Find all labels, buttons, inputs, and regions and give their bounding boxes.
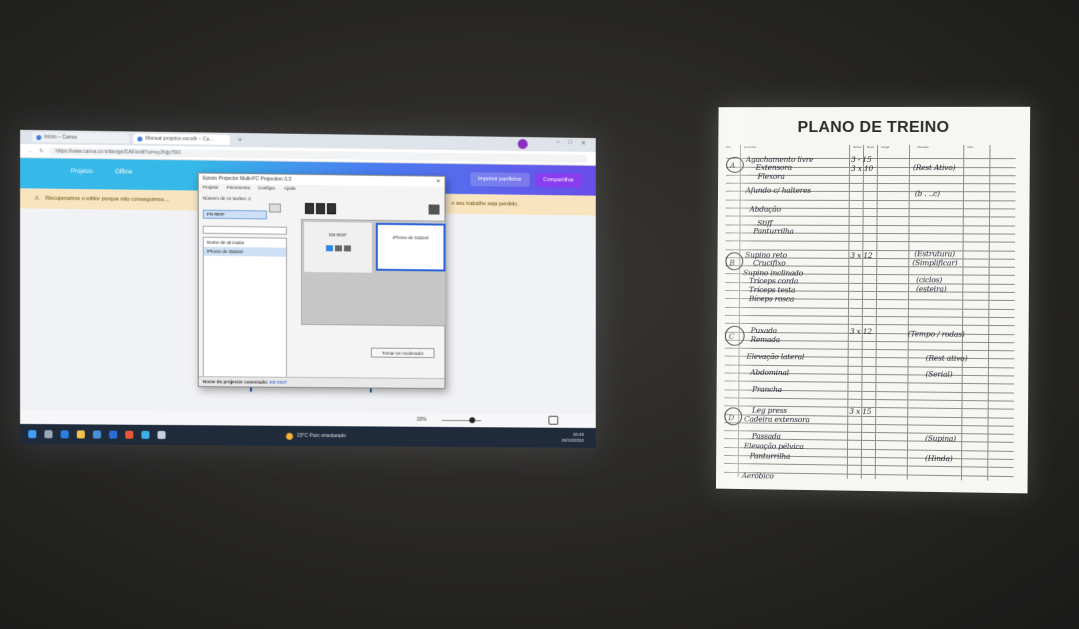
maximize-icon[interactable]: □ — [569, 140, 573, 150]
menu-settings[interactable]: Configur. — [258, 185, 276, 192]
layout-2-icon[interactable] — [315, 203, 325, 215]
canva-icon — [137, 136, 143, 142]
handwritten-note: (Simplificar) — [912, 258, 958, 268]
canva-icon — [36, 134, 42, 140]
handwritten-note: 3 x 12 — [850, 250, 873, 261]
handwritten-note: Crucifixo — [753, 258, 786, 268]
handwritten-note: (esteira) — [916, 284, 947, 294]
handwritten-note: (Estrutura) — [914, 249, 955, 259]
select-button[interactable] — [268, 203, 281, 213]
handwritten-note: (Hinda) — [924, 453, 953, 464]
list-item-selected[interactable]: iPhone de Gabriel — [203, 246, 287, 257]
menu-help[interactable]: Ajuda — [284, 186, 296, 193]
reload-icon[interactable]: ↻ — [39, 148, 43, 154]
projection-cell-selected[interactable]: iPhone de Gabriel — [375, 222, 446, 272]
mail-icon[interactable] — [109, 430, 118, 439]
edge-icon[interactable] — [60, 430, 69, 439]
sheet-rows — [723, 150, 1016, 477]
window-controls: – □ ✕ — [517, 138, 596, 150]
weather-widget[interactable]: 23°C Parc ensolarado — [286, 432, 346, 440]
projection-grid: EB-992F iPhone de Gabriel — [301, 218, 447, 327]
start-icon[interactable] — [28, 430, 37, 439]
handwritten-note: (Tempo / rodas) — [907, 329, 965, 339]
layout-tools — [305, 202, 336, 215]
projection-cell[interactable]: EB-992F — [304, 221, 372, 273]
print-button[interactable]: Imprimir panfletos — [470, 172, 530, 187]
handwritten-note: (b . ..c) — [914, 189, 940, 199]
user-list: Nome de utilizador iPhone de Gabriel — [202, 236, 288, 386]
handwritten-note: 3 x 15 — [849, 406, 872, 416]
handwritten-note: Extensora — [755, 162, 792, 172]
back-icon[interactable]: ← — [28, 148, 33, 154]
firefox-icon[interactable] — [125, 430, 134, 439]
store-icon[interactable] — [92, 430, 102, 439]
handwritten-note: (Serial) — [925, 369, 953, 379]
search-input[interactable] — [202, 225, 288, 235]
layout-1-icon[interactable] — [305, 202, 314, 215]
fullscreen-icon[interactable] — [428, 204, 440, 215]
page-view-icon[interactable] — [548, 415, 559, 425]
new-tab-icon[interactable]: + — [238, 136, 242, 143]
play-icon[interactable] — [325, 245, 333, 252]
handwritten-note: Panturrilha — [749, 451, 791, 461]
handwritten-note: (Supina) — [925, 433, 956, 444]
close-icon[interactable]: ✕ — [581, 140, 586, 150]
browser-tab[interactable]: Início – Canva — [32, 132, 130, 144]
handwritten-note: (ciclos) — [916, 275, 943, 285]
projector-app-icon[interactable] — [157, 430, 166, 440]
handwritten-note: (Rest Ativo) — [912, 163, 956, 173]
profile-avatar[interactable] — [517, 138, 528, 150]
stop-icon[interactable] — [343, 245, 351, 252]
folder-icon[interactable] — [76, 430, 85, 439]
handwritten-note: 3 x 10 — [850, 163, 874, 173]
handwritten-note: Flexora — [757, 171, 785, 181]
warning-text-continued: o seu trabalho seja perdido. — [451, 200, 519, 208]
browser-tab-active[interactable]: Manual projetos escolh – Ca… — [133, 133, 230, 145]
system-clock[interactable]: 16:45 02/10/2022 — [562, 432, 588, 444]
warning-icon: ⚠ — [34, 195, 40, 202]
search-icon[interactable] — [44, 430, 53, 439]
handwritten-note: Prancha — [752, 384, 782, 394]
sheet-title: PLANO DE TREINO — [797, 118, 950, 137]
become-moderator-button[interactable]: Tornar-se moderador — [370, 347, 435, 359]
workout-sheet: PLANO DE TREINO Dia Exercício Séries Rep… — [715, 106, 1031, 494]
dialog-menu: Projetor Ferramenta Configur. Ajuda — [199, 184, 445, 196]
menu-projector[interactable]: Projetor — [203, 185, 219, 192]
handwritten-note: (Rest ativo) — [925, 353, 968, 363]
warning-text: Recuperamos o editor porque não consegui… — [45, 195, 170, 204]
handwritten-note: Leg press — [751, 405, 788, 415]
menu-tools[interactable]: Ferramenta — [227, 185, 250, 192]
minimize-icon[interactable]: – — [556, 140, 559, 150]
handwritten-note: 3 x 12 — [849, 326, 872, 336]
projector-dialog: Epson Projector Multi-PC Projection 3.3 … — [197, 172, 447, 390]
dialog-footer: Nome do projector conectado: EB-992F — [198, 376, 445, 389]
windows-taskbar: 23°C Parc ensolarado 16:45 02/10/2022 — [20, 423, 596, 448]
handwritten-note: 3 - 15 — [850, 154, 872, 164]
projected-screen: Início – Canva Manual projetos escolh – … — [20, 129, 596, 448]
layout-4-icon[interactable] — [326, 203, 336, 215]
pause-icon[interactable] — [334, 245, 342, 252]
projector-select[interactable]: EB-992F — [202, 209, 267, 220]
close-icon[interactable]: ✕ — [436, 179, 440, 185]
handwritten-note: Panturrilha — [753, 226, 794, 236]
light-glare — [715, 107, 759, 490]
nav-projects[interactable]: Projetos — [71, 169, 93, 175]
connection-count: Número de conexões: 2 — [202, 195, 251, 202]
media-icon[interactable] — [141, 430, 150, 439]
nav-offline[interactable]: Offline — [115, 169, 132, 175]
sun-icon — [286, 432, 294, 440]
share-button[interactable]: Compartilhar — [535, 173, 582, 188]
dialog-left-panel: Número de conexões: 2 EB-992F Nome de ut… — [202, 195, 289, 386]
zoom-slider-handle[interactable] — [469, 417, 476, 424]
handwritten-note: Passada — [751, 431, 781, 441]
zoom-level: 33% — [416, 416, 427, 423]
